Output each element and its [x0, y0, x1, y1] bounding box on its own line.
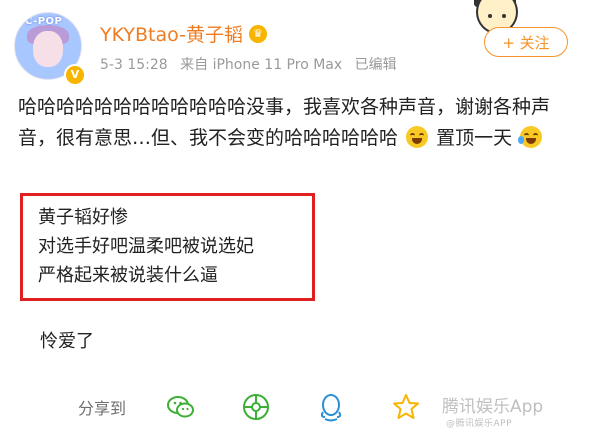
post-meta: 5-3 15:28 来自 iPhone 11 Pro Max 已编辑	[100, 54, 405, 74]
highlight-line: 对选手好吧温柔吧被说选妃	[38, 236, 254, 257]
post-source: 来自 iPhone 11 Pro Max	[180, 57, 343, 73]
share-label: 分享到	[78, 399, 127, 418]
watermark: 腾讯娱乐App	[442, 397, 544, 417]
highlight-text: 黄子韬好惨 对选手好吧温柔吧被说选妃 严格起来被说装什么逼	[38, 203, 254, 290]
laughing-tears-emoji-icon	[406, 126, 429, 148]
username-row: YKYBtao-黄子韬 ♛	[100, 20, 267, 47]
post-pin-text: 置顶一天	[436, 127, 513, 149]
moments-icon[interactable]	[241, 392, 271, 422]
verified-badge-icon: V	[64, 64, 86, 86]
highlight-line: 严格起来被说装什么逼	[38, 265, 218, 286]
qzone-icon[interactable]	[391, 392, 421, 422]
sticker-eye-left	[488, 14, 492, 18]
avatar-tag: C-POP	[25, 16, 63, 27]
qq-icon[interactable]	[316, 392, 346, 422]
watermark-sub: @腾讯娱乐APP	[446, 419, 513, 429]
avatar-face	[33, 31, 63, 67]
post-text: 哈哈哈哈哈哈哈哈哈哈哈哈没事，我喜欢各种声音，谢谢各种声音，很有意思…但、我不会…	[18, 92, 578, 154]
highlight-line: 黄子韬好惨	[38, 207, 128, 228]
wechat-icon[interactable]	[166, 392, 196, 422]
crying-emoji-icon	[518, 126, 543, 148]
avatar-container[interactable]: C-POP V	[14, 12, 86, 86]
sticker-eye-right	[502, 14, 506, 18]
reply-text: 怜爱了	[40, 331, 94, 352]
edited-label: 已编辑	[354, 57, 397, 73]
crown-icon: ♛	[248, 24, 267, 43]
share-row: 分享到	[78, 392, 466, 422]
timestamp: 5-3 15:28	[100, 57, 168, 73]
follow-button[interactable]: + 关注	[484, 27, 568, 57]
username[interactable]: YKYBtao-黄子韬	[100, 20, 243, 47]
